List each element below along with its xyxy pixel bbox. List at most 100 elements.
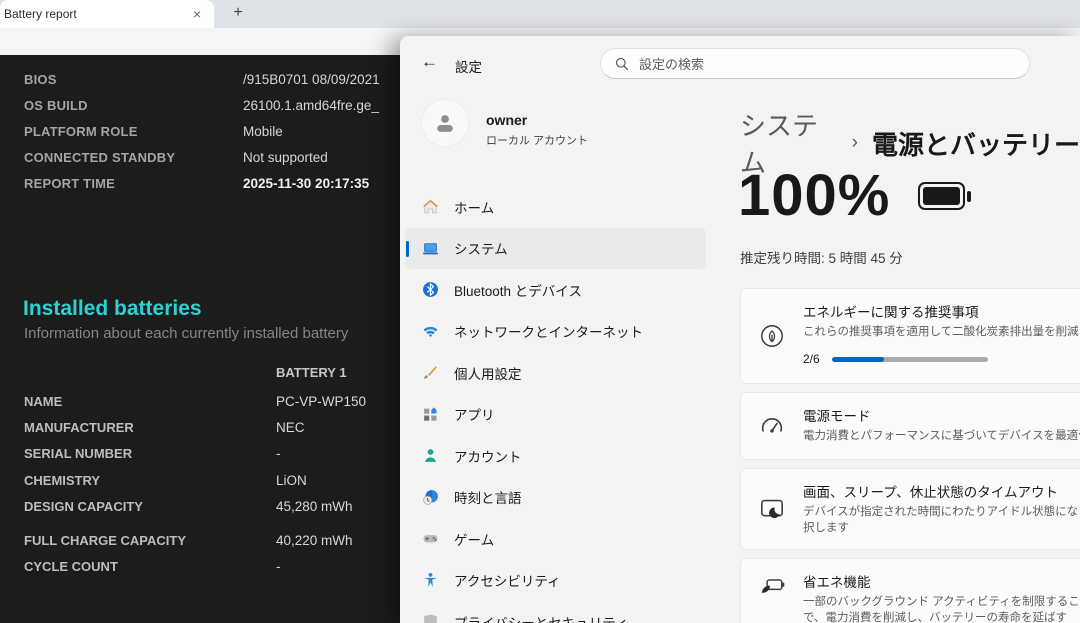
gaming-icon: [421, 530, 439, 548]
row-value: 40,220 mWh: [276, 533, 353, 549]
battery-column-header: BATTERY 1: [276, 365, 347, 380]
sidebar-item[interactable]: プライバシーとセキュリティ: [405, 601, 706, 623]
bluetooth-icon: [421, 281, 439, 299]
progress-bar: [831, 356, 988, 362]
apps-icon: [421, 405, 439, 423]
battery-status: 100%: [738, 162, 972, 229]
settings-card[interactable]: 省エネ機能 一部のバックグラウンド アクティビティを制限すること で、電力消費を…: [740, 558, 1080, 623]
sidebar-item-label: 個人用設定: [454, 366, 522, 382]
sidebar-item-label: アプリ: [454, 408, 495, 424]
row-label: FULL CHARGE CAPACITY: [24, 533, 187, 549]
sidebar-item-label: 時刻と言語: [454, 491, 522, 507]
row-value: -: [276, 559, 281, 575]
card-subtitle: 一部のバックグラウンド アクティビティを制限すること で、電力消費を削減し、バッ…: [803, 596, 1080, 623]
settings-title: 設定: [455, 60, 482, 75]
row-value: /915B0701 08/09/2021: [243, 71, 380, 87]
eco-icon: [759, 323, 785, 349]
battery-estimate: 推定残り時間: 5 時間 45 分: [740, 251, 903, 266]
battery-full-icon: [918, 181, 972, 210]
new-tab-button[interactable]: +: [228, 4, 248, 22]
system-icon: [421, 239, 439, 257]
progress-label: 2/6: [803, 352, 820, 366]
row-label: REPORT TIME: [24, 175, 116, 191]
row-label: MANUFACTURER: [24, 419, 134, 435]
row-label: DESIGN CAPACITY: [24, 498, 143, 514]
settings-card[interactable]: 画面、スリープ、休止状態のタイムアウト デバイスが指定された時間にわたりアイドル…: [740, 468, 1080, 550]
row-label: SERIAL NUMBER: [24, 446, 133, 462]
search-icon: [615, 57, 629, 71]
account-name: owner: [486, 112, 528, 128]
progress-bar-fill: [831, 356, 884, 362]
search-placeholder: 設定の検索: [639, 57, 705, 72]
card-subtitle: 電力消費とパフォーマンスに基づいてデバイスを最適化: [803, 430, 1080, 442]
back-button[interactable]: ←: [421, 52, 438, 72]
sidebar-item-label: ゲーム: [454, 532, 495, 548]
sidebar-item[interactable]: システム: [405, 227, 706, 269]
energy-progress: 2/6: [803, 352, 1079, 366]
page-title: 電源とバッテリー: [871, 129, 1080, 160]
card-title: 電源モード: [803, 409, 871, 424]
sidebar-item-label: システム: [454, 242, 508, 258]
card-subtitle: デバイスが指定された時間にわたりアイドル状態になった場 択します: [803, 506, 1080, 534]
breadcrumb-separator-icon: ›: [851, 132, 858, 153]
row-label: OS BUILD: [24, 97, 88, 113]
accounts-icon: [421, 447, 439, 465]
privacy-icon: [421, 613, 439, 623]
sidebar-item[interactable]: 時刻と言語: [405, 477, 706, 519]
row-value: NEC: [276, 419, 305, 435]
row-value: LiON: [276, 472, 307, 488]
settings-window: ← 設定 設定の検索 owner ローカル アカウント ホーム システム Blu…: [400, 36, 1080, 623]
sidebar-item[interactable]: アクセシビリティ: [405, 560, 706, 602]
sidebar-item-label: Bluetooth とデバイス: [454, 283, 582, 299]
row-value: 26100.1.amd64fre.ge_: [243, 97, 379, 113]
row-label: CHEMISTRY: [24, 472, 101, 488]
tab-title: Battery report: [4, 7, 77, 21]
row-label: CONNECTED STANDBY: [24, 149, 176, 165]
card-title: 省エネ機能: [803, 575, 871, 590]
installed-batteries-subtitle: Information about each currently install…: [24, 325, 349, 342]
tab-close-icon[interactable]: ×: [193, 6, 201, 22]
sidebar-item-label: プライバシーとセキュリティ: [454, 612, 628, 623]
sidebar-item[interactable]: ホーム: [405, 186, 706, 228]
accessibility-icon: [421, 571, 439, 589]
row-label: CYCLE COUNT: [24, 559, 118, 575]
sidebar-item[interactable]: ネットワークとインターネット: [405, 311, 706, 353]
sidebar-item[interactable]: Bluetooth とデバイス: [405, 269, 706, 311]
screen-timeout-icon: [759, 496, 785, 522]
battery-percent: 100%: [738, 163, 891, 228]
personalization-icon: [421, 364, 439, 382]
card-subtitle: これらの推奨事項を適用して二酸化炭素排出量を削減: [803, 326, 1079, 338]
settings-sidebar: ホーム システム Bluetooth とデバイス ネットワークとインターネット …: [405, 186, 706, 623]
avatar[interactable]: [422, 100, 468, 146]
sidebar-item[interactable]: アカウント: [405, 435, 706, 477]
sidebar-item-label: ホーム: [454, 200, 495, 216]
row-value: Mobile: [243, 123, 283, 139]
sidebar-item-label: アカウント: [454, 449, 522, 465]
sidebar-item[interactable]: アプリ: [405, 394, 706, 436]
row-label: NAME: [24, 393, 63, 409]
row-label: PLATFORM ROLE: [24, 123, 138, 139]
settings-card[interactable]: 電源モード 電力消費とパフォーマンスに基づいてデバイスを最適化: [740, 392, 1080, 460]
time-language-icon: [421, 488, 439, 506]
network-icon: [421, 322, 439, 340]
sidebar-item-label: アクセシビリティ: [454, 574, 561, 590]
card-title: 画面、スリープ、休止状態のタイムアウト: [803, 485, 1059, 500]
sidebar-item[interactable]: ゲーム: [405, 518, 706, 560]
row-value: 45,280 mWh: [276, 498, 353, 514]
home-icon: [421, 198, 439, 216]
settings-card[interactable]: エネルギーに関する推奨事項 これらの推奨事項を適用して二酸化炭素排出量を削減 2…: [740, 288, 1080, 384]
row-value: -: [276, 446, 281, 462]
card-title: エネルギーに関する推奨事項: [803, 305, 979, 320]
row-value: 2025-11-30 20:17:35: [243, 175, 370, 191]
row-value: PC-VP-WP150: [276, 393, 367, 409]
energy-saver-icon: [759, 573, 785, 599]
person-icon: [437, 115, 453, 132]
browser-tab-strip: Battery report × +: [0, 0, 1080, 28]
power-mode-icon: [759, 413, 785, 439]
installed-batteries-heading: Installed batteries: [23, 297, 202, 320]
browser-tab[interactable]: Battery report ×: [0, 0, 214, 28]
sidebar-item[interactable]: 個人用設定: [405, 352, 706, 394]
settings-search-input[interactable]: 設定の検索: [600, 48, 1030, 79]
row-label: BIOS: [24, 71, 57, 87]
sidebar-item-label: ネットワークとインターネット: [454, 325, 643, 341]
